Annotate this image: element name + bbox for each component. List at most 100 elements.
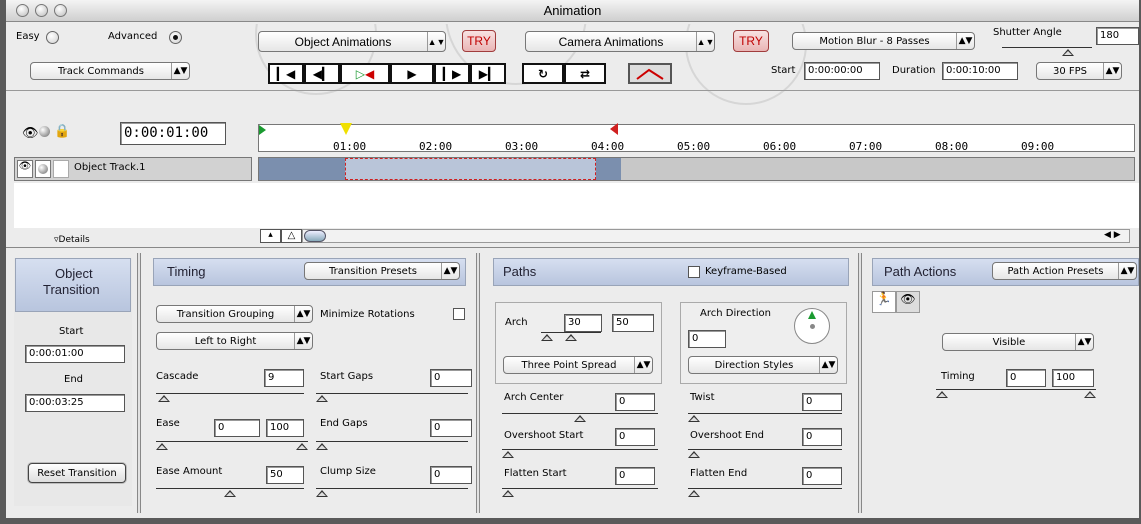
- ease-amount-slider[interactable]: [156, 487, 304, 497]
- track-commands-select[interactable]: Track Commands ▲▼: [30, 62, 190, 80]
- panel-divider: [858, 253, 862, 513]
- fps-select[interactable]: 30 FPS ▲▼: [1036, 62, 1122, 80]
- try-object-button[interactable]: TRY: [462, 30, 496, 52]
- go-to-end-button[interactable]: ▶▎: [470, 63, 506, 84]
- arch-center-field[interactable]: 0: [615, 393, 655, 411]
- motion-curve-button[interactable]: [628, 63, 672, 84]
- transition-region[interactable]: [345, 158, 596, 180]
- cascade-slider[interactable]: [156, 392, 304, 402]
- direction-styles-select[interactable]: Direction Styles ▲▼: [688, 356, 838, 374]
- end-gaps-field[interactable]: 0: [430, 419, 472, 437]
- twist-field[interactable]: 0: [802, 393, 842, 411]
- three-point-spread-label: Three Point Spread: [521, 359, 617, 371]
- overshoot-start-slider[interactable]: [502, 448, 658, 458]
- updown-arrows-icon: ▲▼: [294, 306, 312, 322]
- path-action-presets-select[interactable]: Path Action Presets ▲▼: [992, 262, 1137, 280]
- curve-icon: [636, 68, 664, 80]
- skip-start-icon: ▎◀: [276, 66, 296, 81]
- sphere-icon: [39, 126, 50, 137]
- easy-radio[interactable]: [46, 31, 59, 44]
- path-timing-field-b[interactable]: 100: [1052, 369, 1094, 387]
- order-label: Left to Right: [194, 335, 257, 347]
- shutter-angle-field[interactable]: 180: [1096, 27, 1139, 45]
- lock-icon: 🔒: [54, 124, 71, 139]
- path-timing-range-slider[interactable]: [936, 388, 1096, 398]
- shutter-angle-slider[interactable]: [1002, 46, 1092, 56]
- end-marker-icon[interactable]: [610, 123, 618, 135]
- scroll-arrows-icon[interactable]: ◀ ▶: [1104, 230, 1121, 240]
- twist-slider[interactable]: [688, 412, 842, 422]
- ease-range-slider[interactable]: [156, 440, 308, 450]
- path-timing-label: Timing: [941, 371, 975, 382]
- ease-field-b[interactable]: 100: [266, 419, 304, 437]
- track-lock-button[interactable]: [53, 160, 69, 178]
- duration-field[interactable]: 0:00:10:00: [942, 62, 1018, 80]
- arch-field-b[interactable]: 50: [612, 314, 654, 332]
- overshoot-start-field[interactable]: 0: [615, 428, 655, 446]
- arch-slider[interactable]: [541, 331, 601, 341]
- loop-button[interactable]: ↻: [522, 63, 564, 84]
- step-back-button[interactable]: ◀▎: [304, 63, 340, 84]
- transition-end-field[interactable]: 0:00:03:25: [25, 394, 125, 412]
- arch-direction-dial[interactable]: [794, 308, 830, 344]
- arch-field-a[interactable]: 30: [564, 314, 602, 332]
- clump-size-slider[interactable]: [316, 487, 468, 497]
- step-forward-button[interactable]: ▎▶: [434, 63, 470, 84]
- try-camera-button[interactable]: TRY: [733, 30, 769, 52]
- motion-blur-select[interactable]: Motion Blur - 8 Passes ▲▼: [792, 32, 975, 50]
- paths-header: [493, 258, 849, 286]
- flatten-end-field[interactable]: 0: [802, 467, 842, 485]
- overshoot-end-slider[interactable]: [688, 448, 842, 458]
- transition-start-field[interactable]: 0:00:01:00: [25, 345, 125, 363]
- visible-select[interactable]: Visible ▲▼: [942, 333, 1094, 351]
- zoom-out-button[interactable]: △: [281, 229, 302, 243]
- arch-direction-field[interactable]: 0: [688, 330, 726, 348]
- start-gaps-field[interactable]: 0: [430, 369, 472, 387]
- zoom-in-button[interactable]: ▴: [260, 229, 281, 243]
- advanced-radio[interactable]: [169, 31, 182, 44]
- slider-thumb[interactable]: [1062, 49, 1074, 56]
- path-timing-field-a[interactable]: 0: [1006, 369, 1046, 387]
- cascade-field[interactable]: 9: [264, 369, 304, 387]
- details-toggle[interactable]: ▿Details: [54, 235, 90, 245]
- running-man-icon[interactable]: 🏃: [872, 291, 896, 313]
- keyframe-based-checkbox[interactable]: [688, 266, 700, 278]
- three-point-spread-select[interactable]: Three Point Spread ▲▼: [503, 356, 653, 374]
- start-gaps-slider[interactable]: [316, 392, 468, 402]
- reset-transition-button[interactable]: Reset Transition: [28, 463, 126, 483]
- end-gaps-slider[interactable]: [316, 440, 468, 450]
- ease-amount-field[interactable]: 50: [266, 466, 304, 484]
- object-animations-select[interactable]: Object Animations ▲▼: [258, 31, 446, 52]
- go-to-start-button[interactable]: ▎◀: [268, 63, 304, 84]
- play-button[interactable]: ▶: [390, 63, 434, 84]
- transition-grouping-select[interactable]: Transition Grouping ▲▼: [156, 305, 313, 323]
- play-backward-forward-button[interactable]: ▷ ◀: [340, 63, 390, 84]
- scrollbar-thumb[interactable]: [304, 230, 326, 242]
- flatten-start-label: Flatten Start: [504, 468, 567, 479]
- flatten-end-slider[interactable]: [688, 487, 842, 497]
- transition-presets-select[interactable]: Transition Presets ▲▼: [304, 262, 460, 280]
- arch-center-slider[interactable]: [502, 412, 658, 422]
- start-marker-icon[interactable]: [259, 125, 266, 135]
- track-sphere-button[interactable]: [35, 160, 51, 178]
- panel-divider: [476, 253, 480, 513]
- camera-animations-select[interactable]: Camera Animations ▲▼: [525, 31, 715, 52]
- horizontal-scrollbar[interactable]: [302, 229, 1130, 243]
- flatten-start-slider[interactable]: [502, 487, 658, 497]
- playhead-icon[interactable]: [340, 123, 352, 135]
- skip-end-icon: ▶▎: [478, 66, 498, 81]
- eye-tab-icon[interactable]: 👁: [896, 291, 920, 313]
- minimize-rotations-checkbox[interactable]: [453, 308, 465, 320]
- track-eye-icon[interactable]: 👁: [17, 160, 33, 178]
- ease-field-a[interactable]: 0: [214, 419, 260, 437]
- arch-direction-label: Arch Direction: [700, 308, 771, 319]
- tick-label: 01:00: [333, 140, 367, 153]
- flatten-start-field[interactable]: 0: [615, 467, 655, 485]
- overshoot-end-field[interactable]: 0: [802, 428, 842, 446]
- start-time-field[interactable]: 0:00:00:00: [804, 62, 880, 80]
- clump-size-field[interactable]: 0: [430, 466, 472, 484]
- object-animations-label: Object Animations: [294, 34, 392, 49]
- loop-pingpong-button[interactable]: ⇄: [564, 63, 606, 84]
- order-select[interactable]: Left to Right ▲▼: [156, 332, 313, 350]
- current-time-field[interactable]: 0:00:01:00: [120, 122, 226, 145]
